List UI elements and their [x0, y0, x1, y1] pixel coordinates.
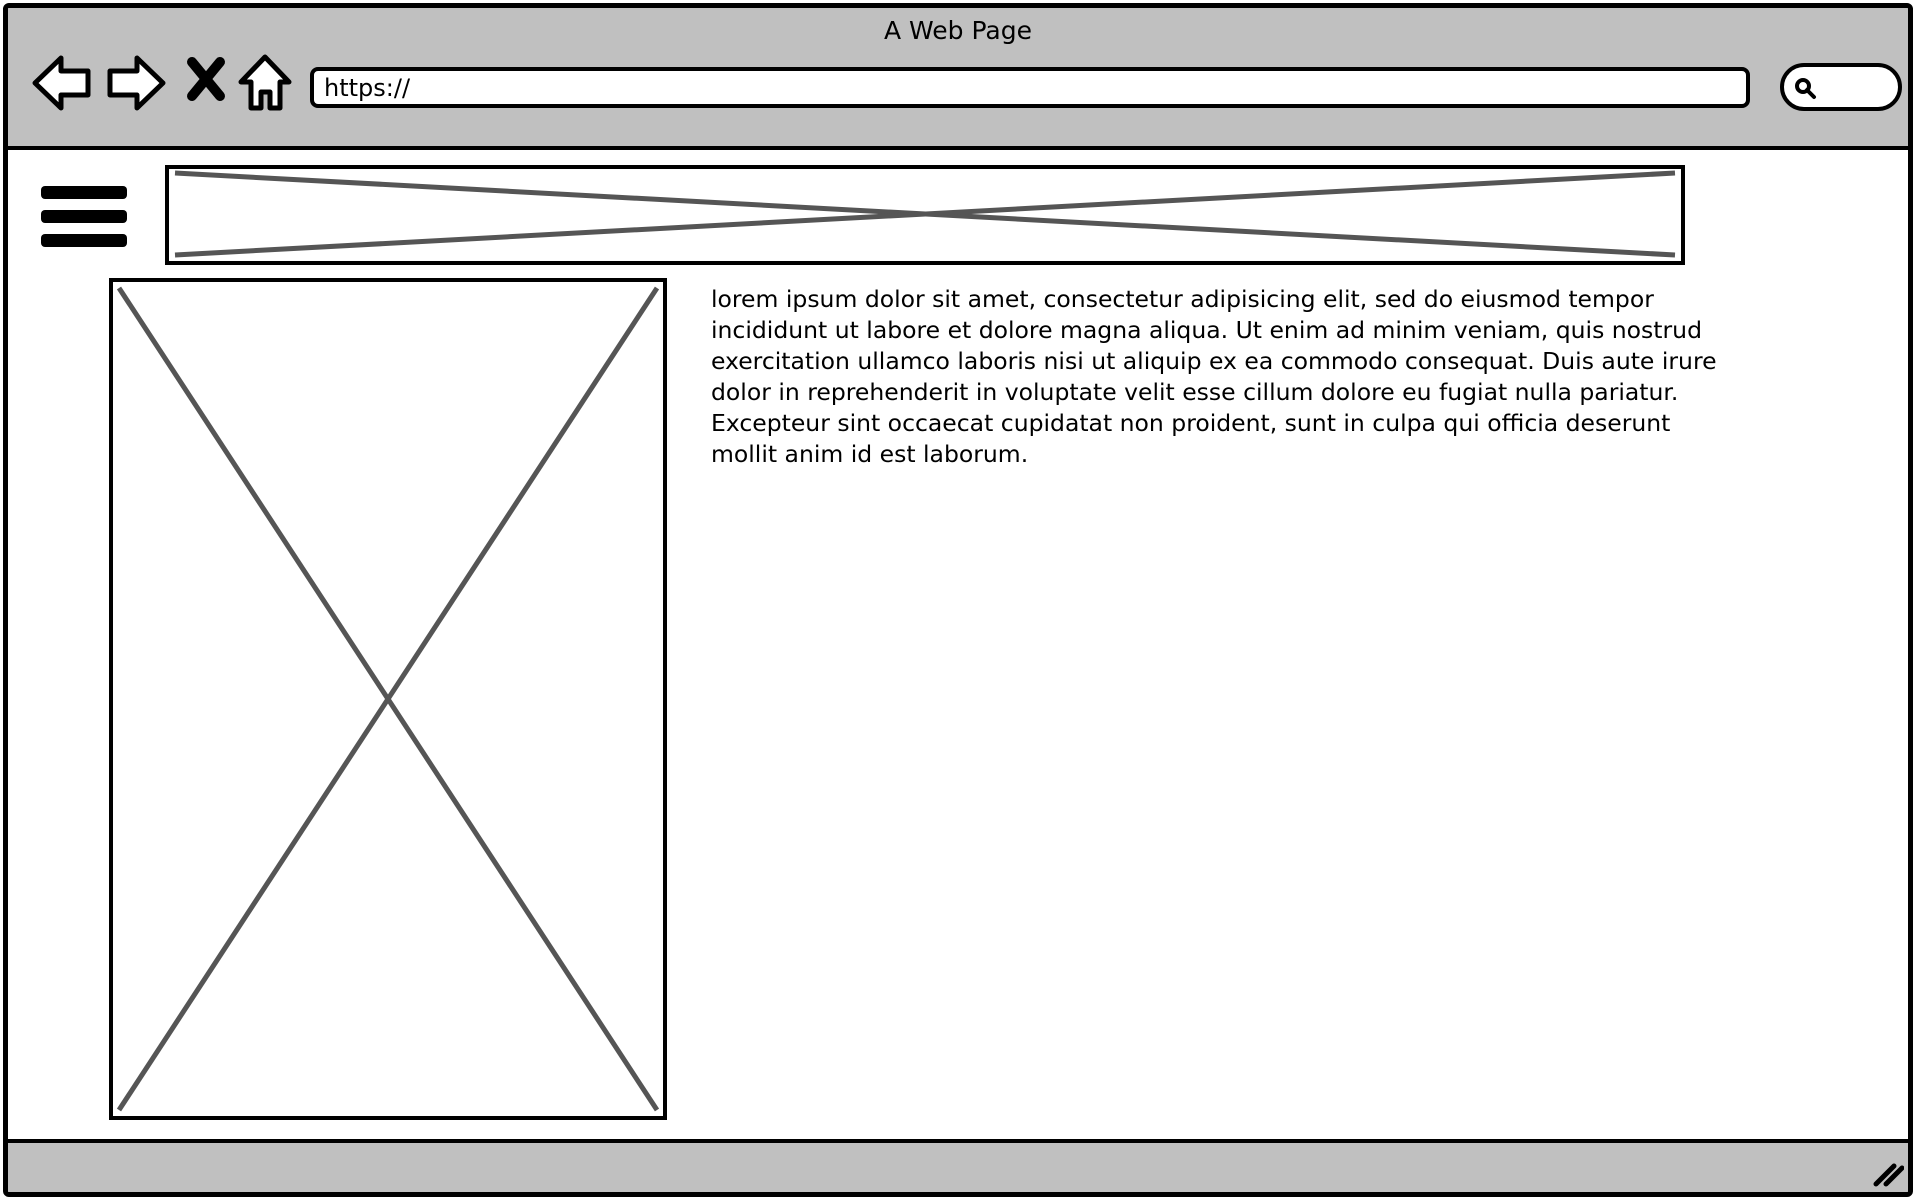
status-bar [8, 1139, 1908, 1192]
window-title: A Web Page [883, 16, 1033, 45]
hamburger-bar [41, 210, 127, 223]
browser-window: A Web Page https:// lorem ipsum dolor si… [3, 3, 1913, 1197]
address-input[interactable]: https:// [324, 74, 410, 102]
hamburger-menu-icon[interactable] [41, 180, 129, 260]
browser-toolbar: A Web Page https:// [8, 8, 1908, 150]
address-bar[interactable]: https:// [310, 67, 1750, 108]
image-placeholder [109, 278, 667, 1120]
search-icon [1795, 78, 1816, 99]
search-box[interactable] [1780, 63, 1902, 111]
close-icon[interactable] [182, 52, 232, 114]
hamburger-bar [41, 186, 127, 199]
body-paragraph: lorem ipsum dolor sit amet, consectetur … [711, 285, 1717, 468]
forward-arrow-icon[interactable] [105, 52, 167, 114]
home-icon[interactable] [235, 52, 297, 114]
placeholder-cross [116, 286, 660, 1112]
resize-grip-icon[interactable] [1870, 1154, 1904, 1188]
banner-image-placeholder [165, 165, 1685, 265]
back-arrow-icon[interactable] [31, 52, 93, 114]
hamburger-bar [41, 234, 127, 247]
placeholder-cross [174, 170, 1676, 258]
